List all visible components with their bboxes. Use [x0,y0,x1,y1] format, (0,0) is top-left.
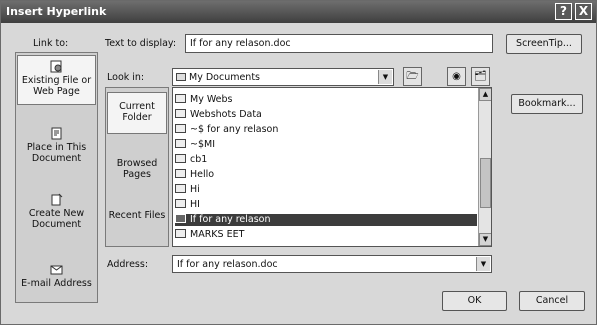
browse-web-icon: ◉ [452,71,461,82]
up-folder-button[interactable]: 🗁 [403,67,422,86]
link-to-place-label: Place in This Document [26,142,87,164]
dialog-title: Insert Hyperlink [6,5,107,18]
tab-current-folder-label: Current Folder [119,101,155,123]
scroll-up-icon[interactable]: ▲ [479,88,491,101]
link-to-create-label: Create New Document [28,208,85,230]
insert-hyperlink-dialog: Insert Hyperlink ? X Link to: Existing F… [0,0,597,325]
link-to-create-new-document[interactable]: Create New Document [17,193,96,237]
scroll-down-icon[interactable]: ▼ [479,233,491,246]
document-place-icon [51,127,62,140]
document-icon [175,199,186,208]
email-icon [50,265,63,275]
list-item[interactable]: My Webs [175,94,477,106]
list-item[interactable]: Hi [175,184,477,196]
address-input[interactable]: If for any relason.doc ▼ [172,255,492,273]
scroll-thumb[interactable] [480,158,491,208]
link-to-email-label: E-mail Address [21,278,92,289]
list-item[interactable]: Webshots Data [175,109,477,121]
address-value: If for any relason.doc [177,259,278,270]
link-to-label: Link to: [33,38,69,49]
look-in-label: Look in: [107,72,145,83]
web-page-icon [50,60,62,73]
link-to-bar: Existing File or Web Page Place in This … [15,52,98,303]
folder-source-tabs: Current Folder Browsed Pages Recent File… [105,87,169,247]
link-to-existing-file-label: Existing File or Web Page [21,75,92,97]
link-to-place-in-document[interactable]: Place in This Document [17,127,96,171]
look-in-value: My Documents [189,72,261,83]
browse-web-button[interactable]: ◉ [447,67,466,86]
address-label: Address: [107,259,149,270]
tab-current-folder[interactable]: Current Folder [107,92,167,134]
tab-recent-files[interactable]: Recent Files [107,206,167,240]
list-item-selected[interactable]: If for any relason [175,214,477,226]
document-icon [175,139,186,148]
title-bar[interactable]: Insert Hyperlink ? X [1,1,596,23]
chevron-down-icon[interactable]: ▼ [378,70,392,84]
tab-browsed-pages[interactable]: Browsed Pages [107,154,167,188]
open-folder-icon: 🗂 [474,71,487,82]
bookmark-button[interactable]: Bookmark... [511,94,583,114]
document-icon [175,184,186,193]
folder-icon [176,73,186,81]
list-item[interactable]: ~$ for any relason [175,124,477,136]
document-icon [175,154,186,163]
folder-icon [175,109,186,118]
link-to-email-address[interactable]: E-mail Address [17,263,96,297]
new-document-icon [51,193,63,206]
list-item[interactable]: HI [175,199,477,211]
look-in-dropdown[interactable]: My Documents ▼ [172,68,394,86]
tab-browsed-pages-label: Browsed Pages [116,158,158,180]
cancel-button[interactable]: Cancel [519,291,585,311]
list-item[interactable]: ~$MI [175,139,477,151]
document-icon [175,214,186,223]
folder-icon [175,94,186,103]
browse-file-button[interactable]: 🗂 [471,67,490,86]
up-folder-icon: 🗁 [406,71,419,82]
list-item[interactable]: cb1 [175,154,477,166]
help-button[interactable]: ? [555,3,572,20]
close-button[interactable]: X [575,3,592,20]
file-list[interactable]: My Webs Webshots Data ~$ for any relason… [172,87,492,247]
chevron-down-icon[interactable]: ▼ [476,257,490,271]
link-to-existing-file[interactable]: Existing File or Web Page [17,55,96,105]
ok-button[interactable]: OK [442,291,507,311]
tab-recent-files-label: Recent Files [108,210,166,221]
list-item[interactable]: Hello [175,169,477,181]
file-list-scrollbar[interactable]: ▲ ▼ [478,88,491,246]
screentip-button[interactable]: ScreenTip... [506,34,582,54]
document-icon [175,124,186,133]
text-to-display-input[interactable]: If for any relason.doc [185,34,493,53]
list-item[interactable]: MARKS EET [175,229,477,241]
document-icon [175,229,186,238]
document-icon [175,169,186,178]
text-to-display-label: Text to display: [105,38,177,49]
